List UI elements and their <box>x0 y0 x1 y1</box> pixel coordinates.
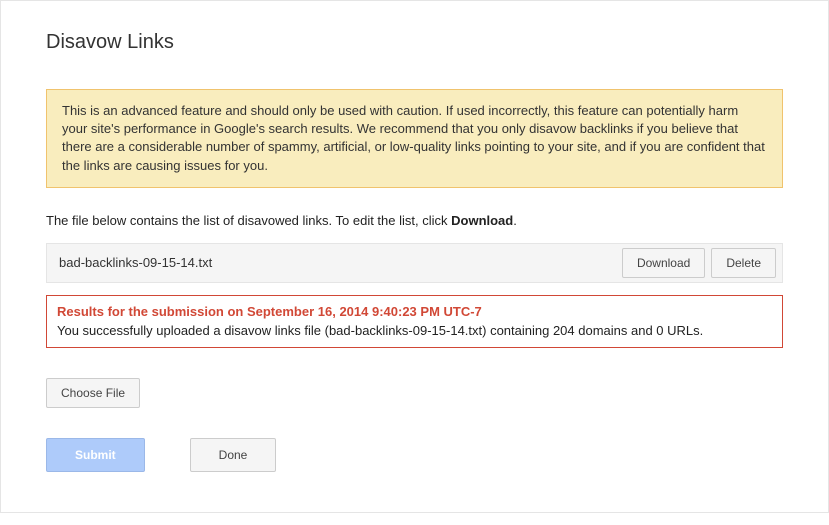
file-row: bad-backlinks-09-15-14.txt Download Dele… <box>46 243 783 283</box>
bottom-actions: Submit Done <box>46 438 783 472</box>
warning-text: This is an advanced feature and should o… <box>62 103 765 173</box>
instruction-bold: Download <box>451 213 513 228</box>
submit-button[interactable]: Submit <box>46 438 145 472</box>
disavow-container: Disavow Links This is an advanced featur… <box>0 0 829 513</box>
warning-box: This is an advanced feature and should o… <box>46 89 783 188</box>
choose-file-wrap: Choose File <box>46 378 783 408</box>
result-header: Results for the submission on September … <box>57 304 772 319</box>
done-button[interactable]: Done <box>190 438 277 472</box>
instruction-text: The file below contains the list of disa… <box>46 213 783 228</box>
instruction-prefix: The file below contains the list of disa… <box>46 213 451 228</box>
result-body: You successfully uploaded a disavow link… <box>57 322 772 340</box>
result-box: Results for the submission on September … <box>46 295 783 349</box>
file-name: bad-backlinks-09-15-14.txt <box>59 255 622 270</box>
page-title: Disavow Links <box>46 31 783 54</box>
file-actions: Download Delete <box>622 248 782 278</box>
choose-file-button[interactable]: Choose File <box>46 378 140 408</box>
delete-button[interactable]: Delete <box>711 248 776 278</box>
instruction-suffix: . <box>513 213 517 228</box>
download-button[interactable]: Download <box>622 248 705 278</box>
